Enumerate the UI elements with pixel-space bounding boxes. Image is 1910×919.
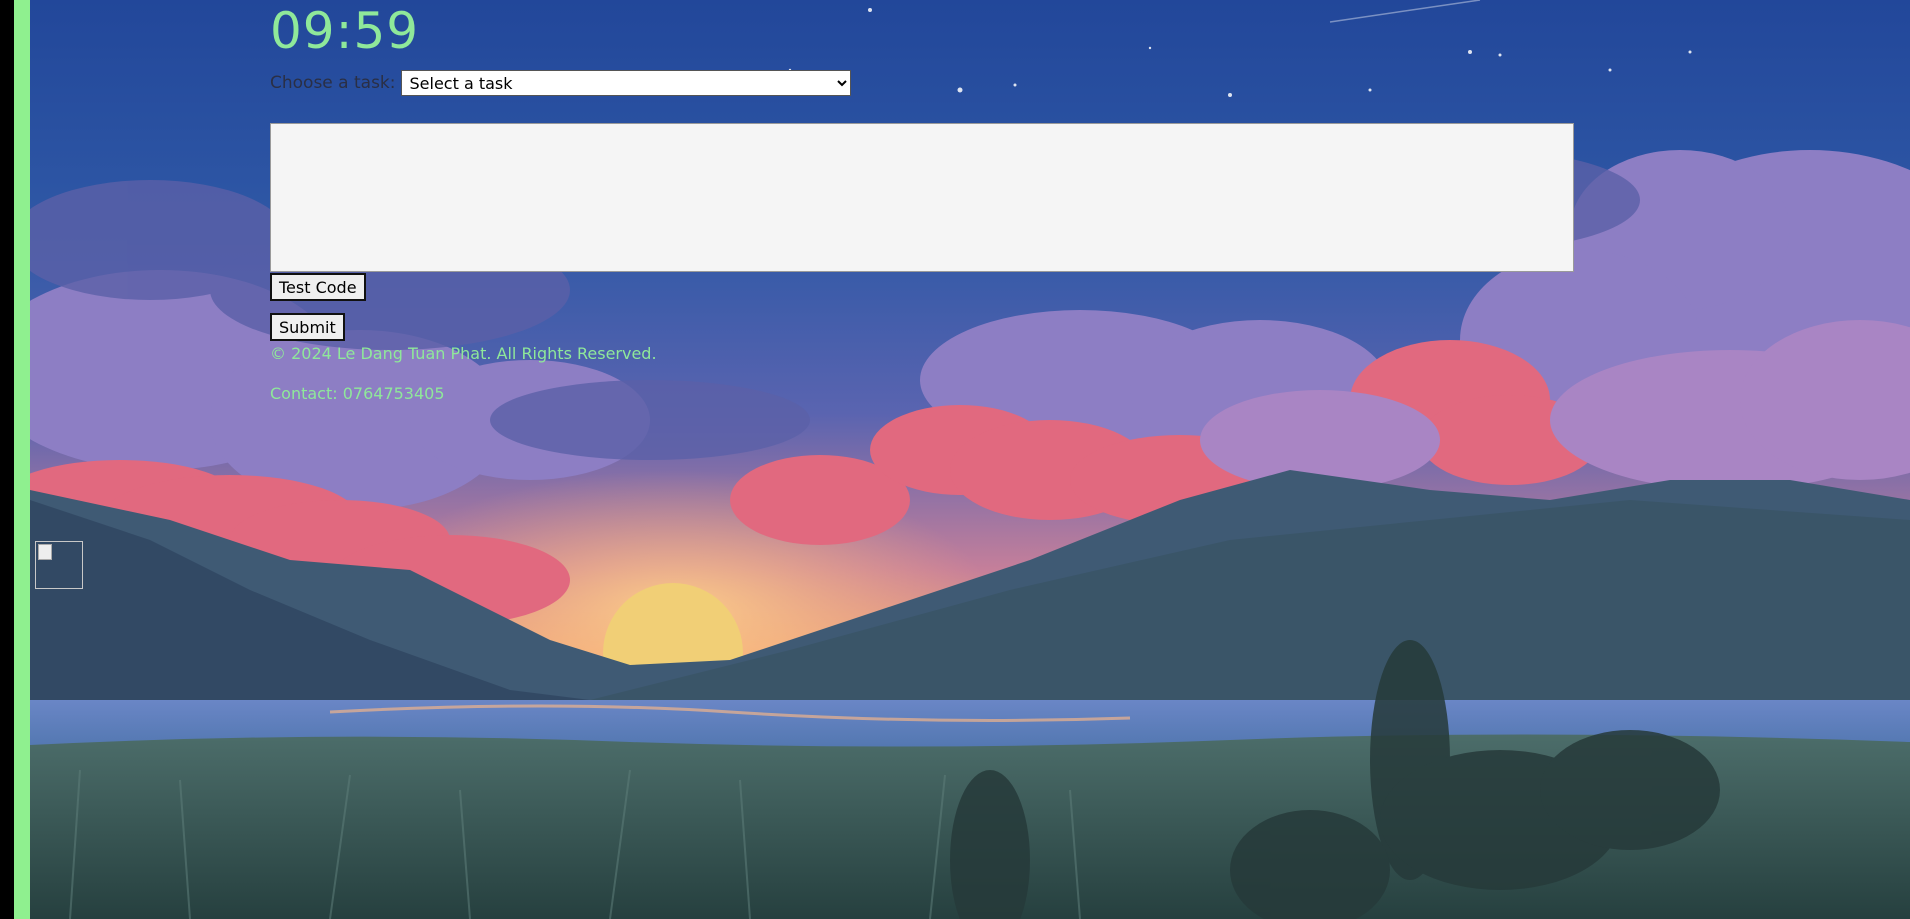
copyright-text: © 2024 Le Dang Tuan Phat. All Rights Res… — [270, 344, 657, 363]
submit-button[interactable]: Submit — [270, 313, 345, 341]
task-picker-label: Choose a task: — [270, 73, 396, 93]
task-select[interactable]: Select a task — [400, 70, 851, 96]
task-picker-row: Choose a task: Select a task — [270, 70, 851, 96]
code-editor[interactable] — [270, 123, 1574, 272]
left-accent-strip — [0, 0, 30, 919]
left-accent-bar — [14, 0, 30, 919]
contact-text: Contact: 0764753405 — [270, 384, 445, 403]
broken-image-icon — [38, 544, 52, 560]
broken-image — [35, 541, 83, 589]
clock-display: 09:59 — [270, 2, 420, 60]
test-code-button[interactable]: Test Code — [270, 273, 366, 301]
